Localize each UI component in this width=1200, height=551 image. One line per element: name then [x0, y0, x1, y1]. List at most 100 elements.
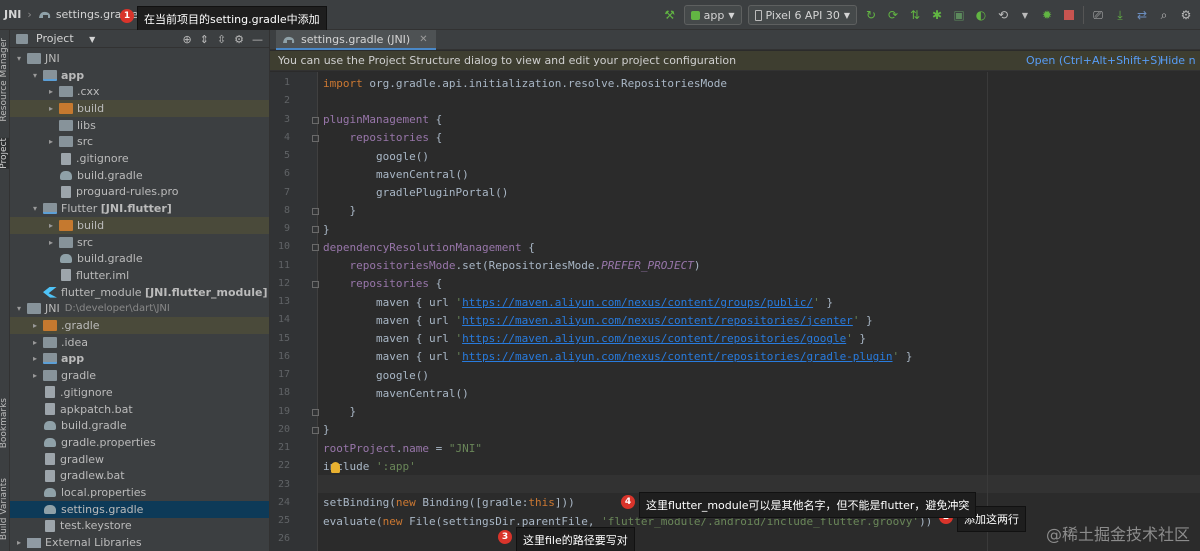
tree-item[interactable]: libs — [10, 117, 269, 134]
collapsed-arrow-icon[interactable]: ▸ — [30, 338, 40, 347]
bookmarks-tab[interactable]: Bookmarks — [0, 398, 9, 448]
tree-item[interactable]: build.gradle — [10, 250, 269, 267]
code-line[interactable]: maven { url ' https://maven.aliyun.com/ne… — [323, 330, 866, 348]
code-line[interactable]: } — [323, 202, 356, 220]
fold-marker-icon[interactable] — [312, 116, 319, 124]
fold-marker-icon[interactable] — [312, 226, 319, 233]
sync-icon[interactable]: ⇅ — [907, 7, 923, 23]
fold-marker-icon[interactable] — [312, 207, 319, 215]
tree-item[interactable]: apkpatch.bat — [10, 401, 269, 418]
locate-icon[interactable]: ⊕ — [182, 33, 191, 46]
run-coverage-icon[interactable]: ◐ — [973, 7, 989, 23]
collapsed-arrow-icon[interactable]: ▸ — [30, 354, 40, 363]
code-line[interactable]: pluginManagement { — [323, 111, 442, 129]
device-dropdown[interactable]: Pixel 6 API 30 ▼ — [747, 5, 857, 25]
collapsed-arrow-icon[interactable]: ▸ — [46, 221, 56, 230]
code-line[interactable]: rootProject. name = "JNI" — [323, 439, 482, 457]
collapsed-arrow-icon[interactable]: ▸ — [30, 371, 40, 380]
code-line[interactable]: maven { url ' https://maven.aliyun.com/ne… — [323, 311, 873, 329]
chevron-down-icon[interactable]: ▼ — [1017, 7, 1033, 23]
tree-item[interactable]: local.properties — [10, 484, 269, 501]
code-line[interactable]: mavenCentral() — [323, 165, 469, 183]
gradle-sync-icon[interactable]: ⇄ — [1134, 7, 1150, 23]
tree-item[interactable]: flutter.iml — [10, 267, 269, 284]
lightbulb-icon[interactable] — [331, 462, 340, 473]
close-icon[interactable]: ✕ — [419, 34, 427, 45]
tree-item[interactable]: ▸ src — [10, 234, 269, 251]
apply-changes-icon[interactable]: ↻ — [863, 7, 879, 23]
tree-item[interactable]: ▸ .idea — [10, 334, 269, 351]
hammer-icon[interactable]: ⚒ — [662, 7, 678, 23]
tree-item[interactable]: ▾ JNI — [10, 50, 269, 67]
code-line[interactable]: google() — [323, 147, 429, 165]
minimize-icon[interactable]: — — [252, 33, 263, 46]
tree-item[interactable]: ▸ .cxx — [10, 83, 269, 100]
fold-marker-icon[interactable] — [312, 244, 319, 252]
tree-item[interactable]: gradlew.bat — [10, 468, 269, 485]
code-url-link[interactable]: https://maven.aliyun.com/nexus/content/r… — [462, 332, 846, 345]
tree-item[interactable]: gradlew — [10, 451, 269, 468]
collapsed-arrow-icon[interactable]: ▸ — [14, 538, 24, 547]
build-variants-tab[interactable]: Build Variants — [0, 478, 9, 540]
tree-item[interactable]: build.gradle — [10, 417, 269, 434]
resource-manager-tab[interactable]: Resource Manager — [0, 38, 9, 122]
fold-marker-icon[interactable] — [312, 134, 319, 142]
settings-icon[interactable]: ⚙ — [1178, 7, 1194, 23]
tree-item[interactable]: ▸ build — [10, 100, 269, 117]
expanded-arrow-icon[interactable]: ▾ — [30, 71, 40, 80]
project-tab[interactable]: Project — [0, 138, 9, 169]
code-url-link[interactable]: https://maven.aliyun.com/nexus/content/r… — [462, 350, 892, 363]
code-line[interactable]: repositoriesMode .set(RepositoriesMode. PR… — [323, 257, 701, 275]
expanded-arrow-icon[interactable]: ▾ — [30, 204, 40, 213]
expanded-arrow-icon[interactable]: ▾ — [14, 304, 24, 313]
code-line[interactable]: } — [323, 220, 330, 238]
project-view-selector[interactable]: Project ▼ — [36, 32, 95, 45]
hot-reload-icon[interactable]: ⟲ — [995, 7, 1011, 23]
tree-item[interactable]: ▾ JNI D:\developer\dart\JNI — [10, 301, 269, 318]
collapse-all-icon[interactable]: ⇳ — [217, 33, 226, 46]
collapsed-arrow-icon[interactable]: ▸ — [46, 104, 56, 113]
stop-icon[interactable] — [1061, 7, 1077, 23]
tree-item[interactable]: test.keystore — [10, 518, 269, 535]
tree-item[interactable]: ▸ External Libraries — [10, 534, 269, 551]
tree-item[interactable]: ▸ build — [10, 217, 269, 234]
tree-item[interactable]: .gitignore — [10, 150, 269, 167]
search-icon[interactable]: ⌕ — [1156, 7, 1172, 23]
tree-item[interactable]: gradle.properties — [10, 434, 269, 451]
fold-marker-icon[interactable] — [312, 426, 319, 434]
fold-marker-icon[interactable] — [312, 408, 319, 416]
code-line[interactable]: } — [323, 403, 356, 421]
collapsed-arrow-icon[interactable]: ▸ — [46, 87, 56, 96]
sdk-manager-icon[interactable]: ⤓ — [1112, 7, 1128, 23]
code-line[interactable]: maven { url ' https://maven.aliyun.com/ne… — [323, 348, 912, 366]
collapsed-arrow-icon[interactable]: ▸ — [30, 321, 40, 330]
expanded-arrow-icon[interactable]: ▾ — [14, 54, 24, 63]
run-config-dropdown[interactable]: app ▼ — [683, 5, 742, 25]
open-project-structure-link[interactable]: Open (Ctrl+Alt+Shift+S) — [1026, 54, 1162, 67]
gear-icon[interactable]: ⚙ — [234, 33, 244, 46]
code-line[interactable]: setBinding(new Binding([gradle: this])) — [323, 494, 575, 512]
tree-item[interactable]: flutter_module [JNI.flutter_module] — [10, 284, 269, 301]
tree-item[interactable]: ▸ app — [10, 351, 269, 368]
device-manager-icon[interactable]: ⎚ — [1090, 7, 1106, 23]
tree-item[interactable]: ▸ src — [10, 134, 269, 151]
code-line[interactable]: dependencyResolutionManagement { — [323, 238, 535, 256]
attach-debugger-icon[interactable]: ✹ — [1039, 7, 1055, 23]
collapsed-arrow-icon[interactable]: ▸ — [46, 137, 56, 146]
code-line[interactable]: } — [323, 421, 330, 439]
code-line[interactable]: google() — [323, 366, 429, 384]
code-url-link[interactable]: https://maven.aliyun.com/nexus/content/g… — [462, 296, 813, 309]
debug-icon[interactable]: ✱ — [929, 7, 945, 23]
collapsed-arrow-icon[interactable]: ▸ — [46, 238, 56, 247]
tree-item[interactable]: ▾ app — [10, 67, 269, 84]
code-line[interactable]: maven { url ' https://maven.aliyun.com/ne… — [323, 293, 833, 311]
tree-item[interactable]: ▸ gradle — [10, 367, 269, 384]
tree-item[interactable]: .gitignore — [10, 384, 269, 401]
tree-item[interactable]: settings.gradle — [10, 500, 269, 518]
expand-all-icon[interactable]: ⇕ — [200, 33, 209, 46]
code-line[interactable]: repositories { — [323, 275, 443, 293]
tree-item[interactable]: proguard-rules.pro — [10, 184, 269, 201]
editor-tab-settings-gradle[interactable]: settings.gradle (JNI) ✕ — [276, 30, 436, 50]
tree-item[interactable]: build.gradle — [10, 167, 269, 184]
code-line[interactable]: mavenCentral() — [323, 384, 469, 402]
